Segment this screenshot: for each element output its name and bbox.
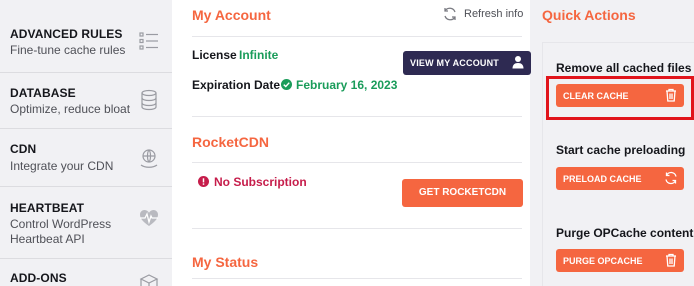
sidebar-item-heartbeat[interactable]: HEARTBEAT Control WordPress Heartbeat AP… [0, 186, 172, 258]
view-my-account-button[interactable]: VIEW MY ACCOUNT [403, 51, 531, 75]
sidebar-item-cdn[interactable]: CDN Integrate your CDN [0, 128, 172, 186]
refresh-icon [665, 171, 677, 185]
rocketcdn-title: RocketCDN [192, 134, 270, 150]
divider [192, 162, 522, 163]
list-icon [139, 32, 158, 50]
divider [192, 36, 522, 37]
view-my-account-label: VIEW MY ACCOUNT [410, 58, 500, 68]
divider [192, 228, 522, 229]
preload-cache-label-text: Start cache preloading [556, 143, 686, 157]
sidebar-item-database[interactable]: DATABASE Optimize, reduce bloat [0, 72, 172, 128]
sidebar-item-title: DATABASE [10, 86, 76, 100]
purge-opcache-label: PURGE OPCACHE [563, 256, 643, 266]
license-label: License [192, 48, 237, 62]
expiration-label: Expiration Date [192, 78, 281, 92]
sidebar-item-title: ADD-ONS [10, 271, 67, 285]
license-value: Infinite [239, 48, 279, 62]
check-circle-icon [281, 79, 292, 90]
database-icon [141, 89, 157, 111]
cdn-globe-icon [140, 149, 158, 168]
sidebar-item-advanced-rules[interactable]: ADVANCED RULES Fine-tune cache rules [0, 10, 172, 72]
sidebar: ADVANCED RULES Fine-tune cache rules DAT… [0, 0, 172, 286]
preload-cache-button[interactable]: PRELOAD CACHE [556, 167, 684, 190]
refresh-label: Refresh info [464, 8, 524, 20]
sidebar-item-desc: Integrate your CDN [10, 159, 114, 173]
highlight-box [546, 76, 694, 120]
purge-opcache-label-text: Purge OPCache content [556, 226, 694, 240]
preload-cache-label: PRELOAD CACHE [563, 174, 642, 184]
rocketcdn-status: No Subscription [214, 175, 307, 189]
error-icon [198, 176, 209, 187]
remove-cached-files-label: Remove all cached files [556, 61, 692, 75]
user-icon [512, 56, 524, 69]
quick-actions-title: Quick Actions [542, 7, 636, 23]
sidebar-item-title: ADVANCED RULES [10, 27, 123, 41]
sidebar-item-desc: Fine-tune cache rules [10, 43, 126, 57]
heartbeat-icon [140, 210, 158, 226]
main-content: My Account Refresh info License Infinite… [172, 0, 531, 286]
divider [192, 116, 522, 117]
trash-icon [666, 253, 676, 267]
sidebar-item-desc: Optimize, reduce bloat [10, 102, 131, 116]
sidebar-item-title: HEARTBEAT [10, 201, 85, 215]
sidebar-item-desc: Control WordPress [10, 217, 112, 231]
expiration-value: February 16, 2023 [296, 78, 398, 92]
sidebar-item-add-ons[interactable]: ADD-ONS [0, 258, 172, 286]
addons-cube-icon [139, 274, 159, 286]
divider [192, 278, 522, 279]
sidebar-item-desc: Heartbeat API [10, 232, 85, 246]
purge-opcache-button[interactable]: PURGE OPCACHE [556, 249, 684, 272]
sidebar-item-title: CDN [10, 142, 37, 156]
refresh-icon [444, 7, 456, 21]
get-rocketcdn-button[interactable]: GET ROCKETCDN [402, 179, 523, 207]
status-title: My Status [192, 254, 259, 270]
account-title: My Account [192, 7, 271, 23]
